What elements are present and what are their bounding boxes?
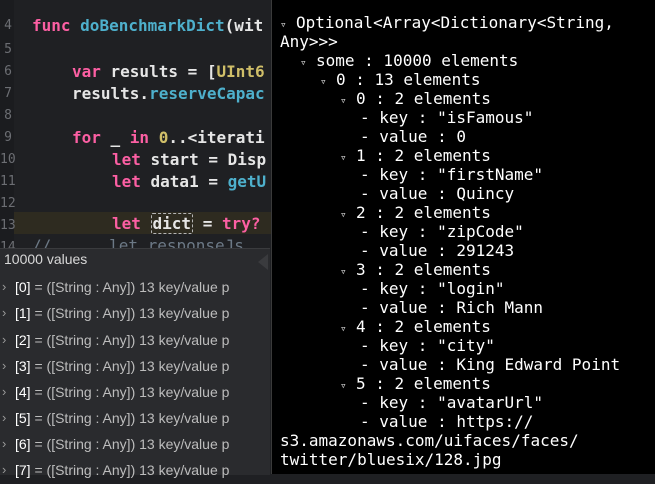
debug-variable-tree-popover[interactable]: ▿ Optional<Array<Dictionary<String, Any>>…	[271, 0, 655, 474]
disclosure-triangle-icon[interactable]: ▿	[300, 53, 316, 72]
chevron-right-icon[interactable]: ›	[2, 332, 6, 347]
tree-leaf-value-cont: s3.amazonaws.com/uifaces/faces/	[280, 431, 579, 450]
disclosure-triangle-icon[interactable]: ▿	[320, 72, 336, 91]
tree-leaf-value: - value : King Edward Point	[360, 355, 621, 374]
line-number: 5	[4, 42, 12, 57]
selected-variable-dict[interactable]: dict	[150, 213, 194, 234]
disclosure-triangle-icon[interactable]: ▿	[340, 205, 356, 224]
line-number: 9	[4, 130, 12, 145]
tree-node-pair[interactable]: ▿ 2 : 2 elements	[340, 203, 491, 224]
chevron-right-icon[interactable]: ›	[2, 384, 6, 399]
tree-leaf-key: - key : "zipCode"	[360, 222, 524, 241]
values-count-header: 10000 values	[4, 251, 88, 267]
chevron-right-icon[interactable]: ›	[2, 279, 6, 294]
list-item[interactable]: › [3] = ([String : Any]) 13 key/value p	[0, 354, 270, 380]
tree-leaf-value: - value : Quincy	[360, 184, 515, 203]
list-item[interactable]: › [7] = ([String : Any]) 13 key/value p	[0, 458, 270, 484]
disclosure-triangle-icon[interactable]: ▿	[340, 262, 356, 281]
tree-leaf-key: - key : "isFamous"	[360, 108, 534, 127]
list-item[interactable]: › [5] = ([String : Any]) 13 key/value p	[0, 406, 270, 432]
code-line-reserve[interactable]: results.reserveCapac	[72, 84, 265, 103]
tree-node-root-cont: Any>>>	[280, 32, 338, 51]
line-number: 4	[4, 18, 12, 33]
tree-leaf-value: - value : 0	[360, 127, 466, 146]
list-item[interactable]: › [4] = ([String : Any]) 13 key/value p	[0, 380, 270, 406]
values-list-popover[interactable]: 10000 values › [0] = ([String : Any]) 13 …	[0, 248, 270, 478]
disclosure-triangle-icon[interactable]: ▿	[340, 319, 356, 338]
list-item[interactable]: › [2] = ([String : Any]) 13 key/value p	[0, 328, 270, 354]
code-line-data1[interactable]: let data1 = getU	[112, 172, 266, 191]
list-item[interactable]: › [1] = ([String : Any]) 13 key/value p	[0, 301, 270, 327]
code-line-func[interactable]: func doBenchmarkDict(wit	[32, 16, 263, 35]
list-item[interactable]: › [6] = ([String : Any]) 13 key/value p	[0, 432, 270, 458]
tree-leaf-key: - key : "city"	[360, 336, 495, 355]
chevron-right-icon[interactable]: ›	[2, 462, 6, 477]
popover-pointer	[258, 254, 268, 270]
tree-leaf-value-cont: twitter/bluesix/128.jpg	[280, 450, 502, 469]
disclosure-triangle-icon[interactable]: ▿	[340, 148, 356, 167]
line-number: 12	[0, 196, 16, 211]
tree-node-root[interactable]: ▿ Optional<Array<Dictionary<String,	[280, 13, 614, 34]
line-number: 6	[4, 64, 12, 79]
chevron-right-icon[interactable]: ›	[2, 358, 6, 373]
line-number: 11	[0, 174, 16, 189]
tree-leaf-key: - key : "firstName"	[360, 165, 544, 184]
tree-node-pair[interactable]: ▿ 1 : 2 elements	[340, 146, 491, 167]
chevron-right-icon[interactable]: ›	[2, 410, 6, 425]
chevron-right-icon[interactable]: ›	[2, 305, 6, 320]
tree-leaf-value: - value : 291243	[360, 241, 515, 260]
tree-leaf-key: - key : "login"	[360, 279, 505, 298]
code-line-dict[interactable]: let dict = try?	[112, 213, 261, 234]
tree-leaf-value: - value : https://	[360, 412, 534, 431]
tree-leaf-value: - value : Rich Mann	[360, 298, 544, 317]
list-item[interactable]: › [0] = ([String : Any]) 13 key/value p	[0, 275, 270, 301]
code-line-start[interactable]: let start = Disp	[112, 150, 266, 169]
chevron-right-icon[interactable]: ›	[2, 436, 6, 451]
tree-node-some[interactable]: ▿ some : 10000 elements	[300, 51, 518, 72]
line-number: 10	[0, 152, 16, 167]
tree-node-pair[interactable]: ▿ 4 : 2 elements	[340, 317, 491, 338]
line-number: 7	[4, 86, 12, 101]
tree-node-pair[interactable]: ▿ 3 : 2 elements	[340, 260, 491, 281]
disclosure-triangle-icon[interactable]: ▿	[340, 91, 356, 110]
code-line-results[interactable]: var results = [UInt6	[72, 62, 265, 81]
line-number: 8	[4, 108, 12, 123]
tree-node-element-0[interactable]: ▿ 0 : 13 elements	[320, 70, 481, 91]
tree-leaf-key: - key : "avatarUrl"	[360, 393, 544, 412]
disclosure-triangle-icon[interactable]: ▿	[340, 376, 356, 395]
code-line-for[interactable]: for _ in 0..<iterati	[72, 128, 265, 147]
line-number: 13	[0, 218, 16, 233]
tree-node-pair[interactable]: ▿ 5 : 2 elements	[340, 374, 491, 395]
tree-node-pair[interactable]: ▿ 0 : 2 elements	[340, 89, 491, 110]
